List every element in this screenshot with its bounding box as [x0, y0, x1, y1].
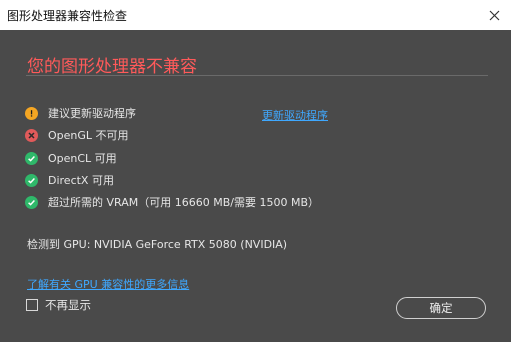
- dont-show-label[interactable]: 不再显示: [45, 297, 91, 313]
- check-label: OpenCL 可用: [48, 152, 117, 165]
- check-icon: [25, 195, 38, 209]
- check-label: 超过所需的 VRAM（可用 16660 MB/需要 1500 MB）: [48, 196, 319, 209]
- divider: [26, 75, 488, 76]
- dialog-heading: 您的图形处理器不兼容: [27, 57, 197, 77]
- error-icon: [25, 128, 38, 142]
- check-row-opencl: OpenCL 可用: [25, 150, 345, 166]
- check-label: DirectX 可用: [48, 174, 114, 187]
- close-button[interactable]: [477, 0, 511, 30]
- check-icon: [25, 173, 38, 187]
- gpu-detected-text: 检测到 GPU: NVIDIA GeForce RTX 5080 (NVIDIA…: [27, 238, 288, 251]
- ok-button[interactable]: 确定: [396, 297, 486, 319]
- dialog-body: 您的图形处理器不兼容 建议更新驱动程序 OpenGL 不可用 OpenCL 可用: [0, 30, 511, 342]
- update-driver-link[interactable]: 更新驱动程序: [262, 107, 328, 123]
- learn-more-link[interactable]: 了解有关 GPU 兼容性的更多信息: [27, 276, 189, 292]
- warning-icon: [25, 106, 38, 120]
- close-icon: [489, 10, 499, 20]
- check-row-opengl: OpenGL 不可用: [25, 127, 345, 143]
- window-title: 图形处理器兼容性检查: [7, 9, 128, 23]
- check-row-vram: 超过所需的 VRAM（可用 16660 MB/需要 1500 MB）: [25, 194, 345, 210]
- dont-show-again[interactable]: 不再显示: [26, 296, 91, 314]
- check-label: 建议更新驱动程序: [48, 107, 136, 120]
- check-label: OpenGL 不可用: [48, 129, 129, 142]
- title-bar: 图形处理器兼容性检查: [0, 0, 511, 31]
- check-row-directx: DirectX 可用: [25, 172, 345, 188]
- dont-show-checkbox[interactable]: [26, 299, 38, 311]
- check-icon: [25, 151, 38, 165]
